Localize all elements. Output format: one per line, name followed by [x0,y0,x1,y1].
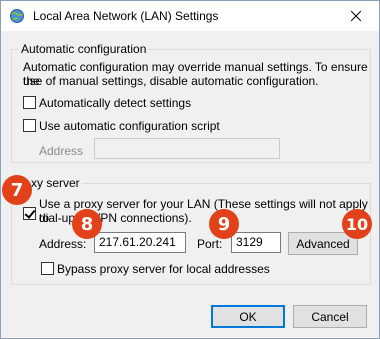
script-address-input[interactable] [94,138,280,159]
dialog-body: Automatic configuration Automatic config… [1,31,379,338]
globe-icon [10,9,24,23]
window-title: Local Area Network (LAN) Settings [33,9,219,23]
proxy-port-label: Port: [197,237,223,251]
bypass-local-label: Bypass proxy server for local addresses [57,262,270,276]
proxy-address-input[interactable]: 217.61.20.241 [94,232,186,253]
annotation-badge-10: 10 [342,209,372,239]
proxy-address-label: Address: [39,237,87,251]
ok-button[interactable]: OK [211,305,285,328]
proxy-server-legend: xy server [29,176,82,190]
annotation-badge-9: 9 [209,209,239,239]
detect-settings-label: Automatically detect settings [39,96,192,110]
close-button[interactable] [333,1,379,31]
auto-config-description-line2: use of manual settings, disable automati… [23,74,319,88]
use-proxy-checkbox[interactable] [23,207,36,220]
proxy-port-input[interactable]: 3129 [231,232,281,253]
cancel-button[interactable]: Cancel [293,305,367,328]
bypass-local-checkbox[interactable] [41,262,54,275]
auto-config-legend: Automatic configuration [19,42,149,56]
config-script-label: Use automatic configuration script [39,119,220,133]
config-script-checkbox[interactable] [23,119,36,132]
annotation-badge-7: 7 [2,175,32,205]
use-proxy-label-line2: dial-up or VPN connections). [39,211,192,225]
close-icon [351,11,361,21]
detect-settings-checkbox[interactable] [23,96,36,109]
lan-settings-dialog: Local Area Network (LAN) Settings Automa… [0,0,380,339]
script-address-label: Address [39,144,84,158]
title-bar: Local Area Network (LAN) Settings [1,1,379,31]
annotation-badge-8: 8 [72,209,102,239]
